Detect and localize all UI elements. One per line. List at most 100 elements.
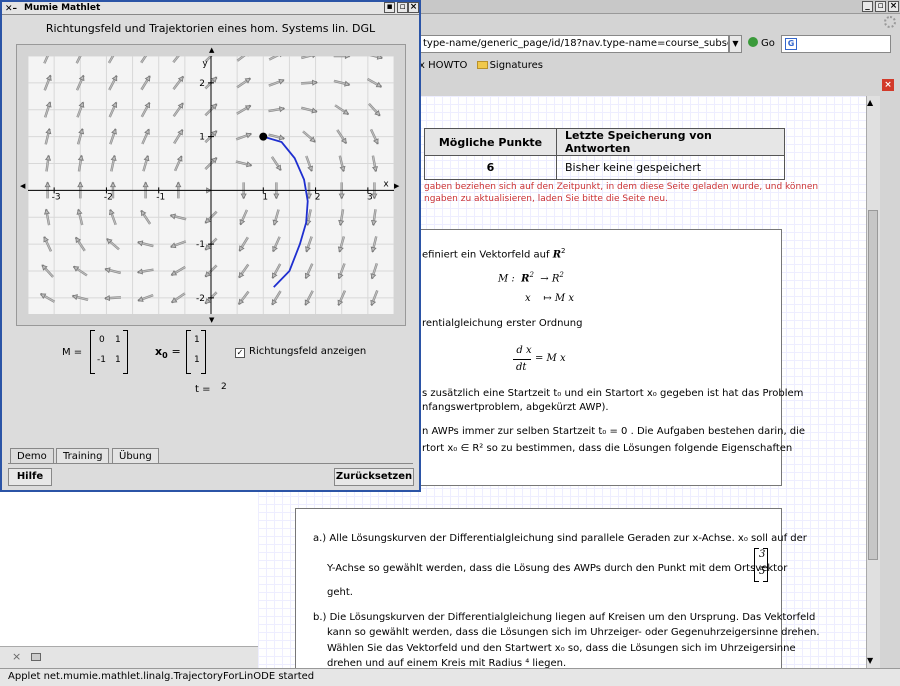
superscript: 2	[559, 271, 564, 279]
superscript: 2	[561, 247, 566, 255]
checkbox-label: Richtungsfeld anzeigen	[249, 346, 367, 357]
ode-denominator: dt	[516, 362, 527, 373]
minimize-button[interactable]: _	[862, 1, 873, 12]
y-tick-label: -2	[196, 294, 205, 304]
t-label: t =	[195, 384, 211, 395]
intro-text: n AWPs immer zur selben Startzeit t₀ = 0…	[422, 426, 806, 437]
vector-entry[interactable]: 1	[194, 335, 200, 345]
map-rule: x ↦ M x	[525, 293, 574, 304]
url-dropdown-button[interactable]: ▼	[729, 35, 742, 53]
bookmark-howto[interactable]: HOWTO	[428, 60, 467, 71]
applet-titlebar: ✕– Mumie Mathlet ▪ ▫ ×	[2, 2, 419, 15]
sidebar-footer: ×	[0, 646, 258, 668]
pan-down-icon[interactable]: ▼	[209, 316, 214, 324]
applet-window: ✕– Mumie Mathlet ▪ ▫ × Richtungsfeld und…	[0, 0, 421, 492]
pan-up-icon[interactable]: ▲	[209, 46, 214, 54]
sidebar-window-icon[interactable]	[31, 653, 41, 661]
task-a-text: geht.	[327, 587, 353, 598]
help-button[interactable]: Hilfe	[8, 468, 52, 486]
set-symbol: R	[552, 249, 561, 261]
maximize-button[interactable]: ▫	[875, 1, 886, 12]
ode-rhs: = M x	[535, 353, 566, 364]
vector-entry: 3	[759, 549, 766, 560]
intro-text: rtort x₀ ∈ R² so zu bestimmen, dass die …	[422, 443, 793, 454]
task-a-text: Y-Achse so gewählt werden, dass die Lösu…	[327, 563, 788, 574]
y-tick-label: -1	[196, 240, 205, 250]
task-b-text: Wählen Sie das Vektorfeld und den Startw…	[327, 643, 796, 654]
start-point	[259, 132, 268, 141]
note-line: ngaben zu aktualisieren, laden Sie bitte…	[424, 194, 668, 204]
scroll-down-icon[interactable]: ▼	[867, 656, 873, 665]
intro-text: rentialgleichung erster Ordnung	[422, 318, 583, 329]
phase-plot[interactable]: -3 -2 -1 1 2 3 2 1 -1 -2 x y	[28, 56, 394, 314]
x0-subscript: 0	[162, 351, 168, 361]
intro-text: nfangswertproblem, abgekürzt AWP).	[422, 402, 609, 413]
tab-divider	[8, 463, 413, 464]
reload-note: gaben beziehen sich auf den Zeitpunkt, i…	[424, 181, 818, 205]
go-icon	[748, 37, 758, 47]
folder-icon	[476, 61, 488, 69]
superscript: 2	[529, 271, 534, 279]
grading-table: Mögliche Punkte Letzte Speicherung von A…	[424, 128, 785, 180]
x-tick-label: -1	[156, 192, 165, 202]
scroll-up-icon[interactable]: ▲	[867, 98, 873, 107]
applet-close-button[interactable]: ×	[408, 2, 419, 13]
vector-entry: 5	[759, 566, 766, 577]
matrix-cell[interactable]: 0	[99, 335, 105, 345]
status-bar: Applet net.mumie.mathlet.linalg.Trajecto…	[0, 668, 900, 686]
note-line: gaben beziehen sich auf den Zeitpunkt, i…	[424, 182, 819, 192]
go-label: Go	[761, 38, 775, 49]
map-arrow: → R	[540, 273, 560, 285]
task-b-text: kann so gewählt werden, dass die Lösunge…	[327, 627, 820, 638]
matrix-m: 0 1 -1 1	[90, 330, 128, 374]
tab-training[interactable]: Training	[56, 448, 110, 464]
pan-right-icon[interactable]: ▶	[394, 182, 399, 190]
window-menu-icon[interactable]: ✕–	[5, 3, 17, 15]
map-name: M :	[498, 273, 515, 285]
tab-uebung[interactable]: Übung	[112, 448, 159, 464]
map-x: x	[525, 293, 531, 304]
fraction-bar	[513, 359, 531, 360]
matrix-cell[interactable]: -1	[97, 355, 106, 365]
task-b-text: b.) Die Lösungskurven der Differentialgl…	[313, 612, 816, 623]
applet-title: Mumie Mathlet	[24, 3, 101, 13]
applet-maximize-button[interactable]: ▫	[397, 2, 408, 13]
intro-text: s zusätzlich eine Startzeit t₀ und ein S…	[422, 388, 804, 399]
matrix-cell[interactable]: 1	[115, 355, 121, 365]
applet-minimize-button[interactable]: ▪	[384, 2, 395, 13]
sidebar-panel	[0, 490, 258, 646]
checkbox-icon[interactable]: ✓	[235, 348, 245, 358]
ode-numerator: d x	[516, 345, 532, 356]
bookmark-signatures[interactable]: Signatures	[490, 60, 543, 71]
table-header: Letzte Speicherung von Antworten	[556, 128, 785, 156]
tab-demo[interactable]: Demo	[10, 448, 54, 464]
pan-left-icon[interactable]: ◀	[20, 182, 25, 190]
x0-equals: =	[171, 345, 181, 358]
close-button[interactable]: ×	[888, 1, 899, 12]
x-tick-label: -2	[104, 192, 113, 202]
x-axis-label: x	[383, 179, 389, 189]
x-tick-label: 3	[367, 192, 373, 202]
sidebar-close-icon[interactable]: ×	[12, 650, 21, 663]
vector-entry[interactable]: 1	[194, 355, 200, 365]
go-button[interactable]: Go	[748, 36, 775, 52]
matrix-cell[interactable]: 1	[115, 335, 121, 345]
plot-title: Richtungsfeld und Trajektorien eines hom…	[45, 22, 376, 35]
page-scrollbar-thumb[interactable]	[868, 210, 878, 560]
table-cell: 6	[424, 155, 557, 180]
y-axis-label: y	[202, 59, 208, 69]
map-image: ↦ M x	[543, 293, 574, 304]
richtungsfeld-checkbox[interactable]: ✓ Richtungsfeld anzeigen	[235, 346, 366, 358]
task-a-text: a.) Alle Lösungskurven der Differentialg…	[313, 533, 807, 544]
t-value: 2	[221, 382, 227, 392]
matrix-label: M =	[62, 347, 83, 358]
target-vector: 3 5	[754, 548, 768, 582]
throbber-icon	[884, 16, 896, 28]
tab-close-icon[interactable]: ×	[882, 79, 894, 91]
url-input[interactable]: type-name/generic_page/id/18?nav.type-na…	[419, 35, 729, 53]
y-tick-label: 1	[199, 133, 205, 143]
search-input[interactable]: G	[781, 35, 891, 53]
x0-label: x0 =	[155, 345, 181, 360]
x-tick-label: 2	[315, 192, 321, 202]
reset-button[interactable]: Zurücksetzen	[334, 468, 414, 486]
